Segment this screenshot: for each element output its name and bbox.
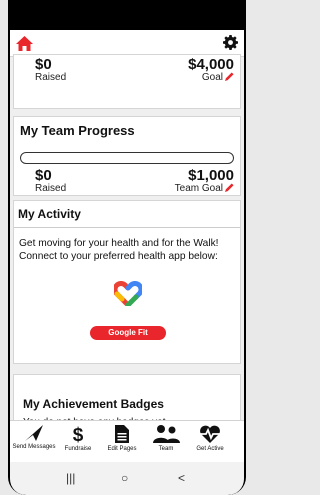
team-goal-label: Team Goal	[174, 183, 223, 194]
activity-divider	[14, 227, 240, 228]
raised-amount: $0	[35, 56, 52, 73]
nav-label-send-messages: Send Messages	[12, 444, 56, 450]
top-bar	[10, 30, 244, 57]
nav-fundraise[interactable]: $ Fundraise	[56, 425, 100, 453]
google-fit-button[interactable]: Google Fit	[90, 326, 166, 340]
team-raised-label: Raised	[35, 183, 67, 194]
raised-label: Raised	[35, 72, 67, 83]
fundraising-summary-card: $0 Raised $4,000 Goal	[13, 54, 241, 109]
team-progress-card: My Team Progress $0 Raised $1,000 Team G…	[13, 116, 241, 196]
activity-message: Get moving for your health and for the W…	[19, 238, 219, 262]
team-goal-block[interactable]: $1,000 Team Goal	[175, 168, 234, 194]
team-raised-amount: $0	[35, 167, 52, 184]
android-system-nav: ||| ○ <	[10, 462, 244, 495]
heartbeat-icon	[199, 425, 221, 443]
team-goal-amount: $1,000	[188, 167, 234, 184]
page-icon	[115, 425, 129, 443]
nav-label-edit-pages: Edit Pages	[107, 446, 137, 452]
nav-send-messages[interactable]: Send Messages	[12, 425, 56, 451]
nav-get-active[interactable]: Get Active	[188, 425, 232, 453]
app-screen: $0 Raised $4,000 Goal My Team Progress $…	[10, 30, 244, 462]
bottom-nav: Send Messages $ Fundraise Edit Pages Tea…	[10, 420, 244, 462]
nav-label-fundraise: Fundraise	[64, 446, 92, 452]
goal-label: Goal	[201, 72, 223, 83]
pencil-icon[interactable]	[225, 72, 234, 81]
home-icon[interactable]	[16, 36, 33, 51]
team-goal-label-row: Team Goal	[175, 183, 234, 194]
team-icon	[153, 425, 180, 443]
dollar-icon: $	[73, 425, 84, 443]
badges-title: My Achievement Badges	[23, 397, 164, 411]
google-fit-heart-icon	[114, 281, 142, 306]
nav-team[interactable]: Team	[144, 425, 188, 453]
goal-label-row: Goal	[188, 72, 234, 83]
home-button[interactable]: ○	[121, 471, 128, 485]
team-progress-title: My Team Progress	[20, 123, 135, 138]
nav-edit-pages[interactable]: Edit Pages	[100, 425, 144, 453]
team-progress-bar	[20, 152, 234, 164]
phone-frame: $0 Raised $4,000 Goal My Team Progress $…	[8, 0, 246, 495]
back-button[interactable]: <	[178, 471, 185, 485]
nav-label-get-active: Get Active	[196, 446, 224, 452]
recent-apps-button[interactable]: |||	[66, 471, 75, 485]
gear-icon[interactable]	[223, 35, 238, 50]
goal-amount: $4,000	[188, 56, 234, 73]
goal-block[interactable]: $4,000 Goal	[188, 57, 234, 83]
team-raised-block: $0 Raised	[35, 168, 66, 194]
nav-label-team: Team	[158, 446, 174, 452]
raised-block: $0 Raised	[35, 57, 66, 83]
svg-text:$: $	[73, 425, 84, 443]
send-icon	[25, 425, 43, 441]
pencil-icon[interactable]	[225, 183, 234, 192]
activity-title: My Activity	[18, 207, 81, 221]
activity-card: My Activity Get moving for your health a…	[13, 200, 241, 364]
